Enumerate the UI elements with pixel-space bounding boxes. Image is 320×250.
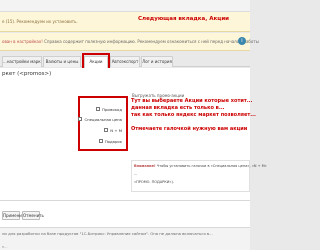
- promo-options-box: Промокод Специальная цена N + M Подарок: [78, 96, 128, 151]
- option-n-plus-m[interactable]: N + M: [104, 127, 122, 133]
- annotation-line-1: Тут вы выбераете Акции которые хотит...: [131, 98, 253, 104]
- tab-currencies[interactable]: Валюты и цены: [43, 56, 81, 67]
- annotation-line-3: так как только яндекс маркет позволяет..…: [131, 112, 256, 118]
- info-icon: i: [238, 37, 246, 45]
- option-promocode[interactable]: Промокод: [95, 106, 122, 112]
- option-label: Промокод: [101, 106, 122, 112]
- annotation-line-4: Отмечаете галочкой нужную вам акции: [131, 126, 248, 132]
- updates-notice: е (15). Рекомендуем их установить. Следу…: [0, 12, 250, 32]
- tab-bar: ...настройки маркетного Валюты и цены Ак…: [0, 54, 250, 68]
- tab-log[interactable]: Лог и история: [141, 56, 173, 67]
- footer: ли для разработки на базе продуктов "1С-…: [0, 227, 250, 250]
- page-title: ркет (<promos>): [2, 71, 52, 77]
- checkbox[interactable]: [95, 107, 100, 111]
- footer-version: е...: [2, 245, 8, 249]
- info-text-3: «ПРОМО. ПОДАРКИ»).: [134, 180, 174, 184]
- option-label: Подарок: [104, 138, 122, 144]
- tab-autoexport[interactable]: Автоэкспорт: [110, 56, 140, 67]
- info-text-2: ...: [134, 172, 138, 176]
- divider: [0, 200, 250, 201]
- option-gift[interactable]: Подарок: [98, 138, 122, 144]
- tab-settings[interactable]: ...настройки маркетного: [2, 56, 42, 67]
- annotation-next-tab: Следующая вкладка, Акции: [138, 16, 230, 22]
- help-notice-warning: ован в настройках!: [2, 39, 43, 44]
- annotation-line-2: данная вкладка есть только в...: [131, 105, 225, 111]
- info-warning: Внимание!: [134, 164, 156, 168]
- info-box: Внимание! Чтобы установить галочки в «Сп…: [131, 160, 267, 192]
- info-text: Чтобы установить галочки в «Специальная …: [156, 164, 267, 168]
- footer-text: ли для разработки на базе продуктов "1С-…: [2, 231, 213, 236]
- option-label: N + M: [110, 127, 122, 133]
- help-notice-text: Справка содержит полезную информацию. Ре…: [44, 39, 259, 44]
- option-label: Специальная цена: [84, 116, 122, 122]
- checkbox[interactable]: [104, 128, 109, 132]
- cancel-button[interactable]: Отменить: [22, 211, 44, 220]
- checkbox[interactable]: [78, 117, 83, 121]
- apply-button[interactable]: Применить: [2, 211, 27, 220]
- checkbox[interactable]: [98, 139, 103, 143]
- help-notice: ован в настройках! Справка содержит поле…: [0, 33, 259, 51]
- updates-notice-text: е (15). Рекомендуем их установить.: [2, 19, 78, 24]
- option-special-price[interactable]: Специальная цена: [78, 116, 122, 122]
- top-bar: [0, 0, 250, 12]
